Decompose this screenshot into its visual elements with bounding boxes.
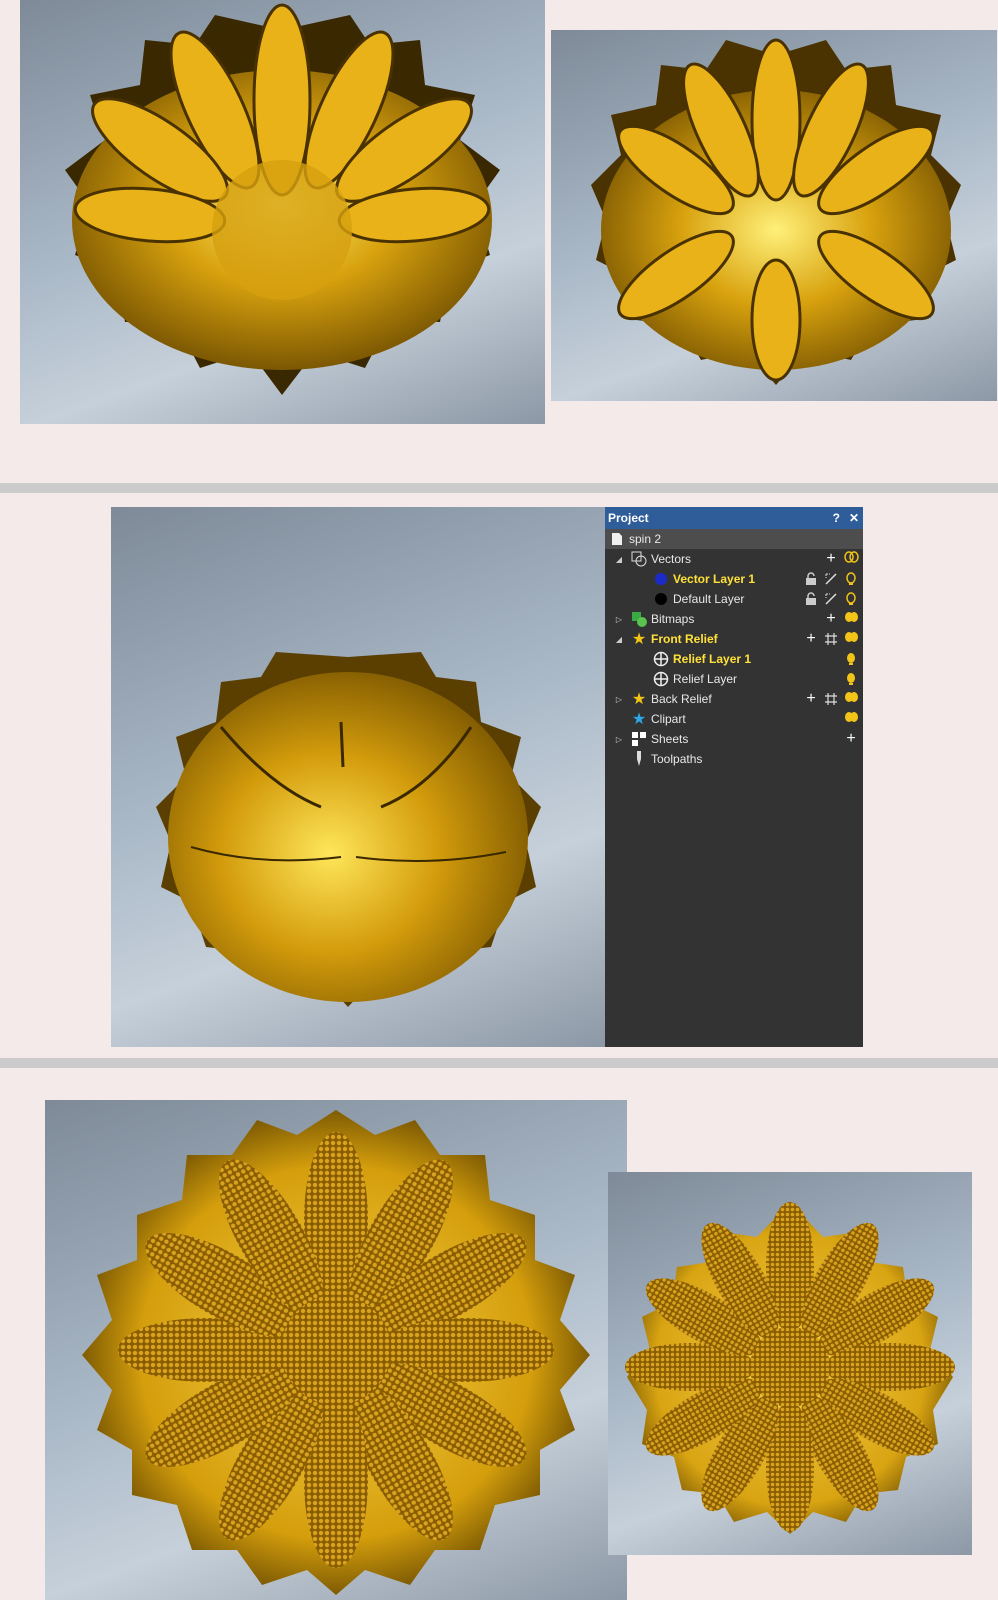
petal-bowl-render [65,3,500,395]
bulb-filled-icon[interactable] [843,651,859,667]
tree-item-relief-layer-1[interactable]: Relief Layer 1 [605,649,863,669]
layer-color-blue-icon [653,571,669,587]
textured-flower-render [82,1110,590,1595]
lock-icon[interactable] [803,591,819,607]
front-relief-actions: + [803,631,859,647]
add-icon[interactable]: + [843,731,859,747]
expand-arrow-icon[interactable]: ▷ [615,615,623,624]
tree-label-relief-layer: Relief Layer [673,672,738,686]
render-viewport-top-left[interactable] [20,0,545,424]
grid-icon[interactable] [823,631,839,647]
vectors-actions: + [823,551,859,567]
collapse-arrow-icon[interactable]: ◢ [615,635,623,644]
snap-icon[interactable] [823,591,839,607]
bitmaps-actions: + [823,611,859,627]
tree-item-default-layer[interactable]: Default Layer [605,589,863,609]
tree-label-toolpaths: Toolpaths [651,752,703,766]
clipart-actions [843,711,859,727]
tree-label-relief-layer-1: Relief Layer 1 [673,652,752,666]
bulb-pair-filled-icon[interactable] [843,691,859,707]
add-icon[interactable]: + [803,631,819,647]
panel-title: Project [608,511,649,525]
collapse-arrow-icon[interactable]: ◢ [615,555,623,564]
tree-item-vectors[interactable]: ◢ Vectors + [605,549,863,569]
relief-layer-1-actions [843,651,859,667]
tree-item-front-relief[interactable]: ◢ ★ Front Relief + [605,629,863,649]
clipart-star-icon: ★ [631,711,647,728]
separator-band-top [0,483,998,493]
relief-layer-icon [653,671,669,687]
tree-label-front-relief: Front Relief [651,632,718,646]
add-icon[interactable]: + [823,551,839,567]
petal-bowl-render-alt [591,38,961,385]
document-icon [609,531,625,547]
add-icon[interactable]: + [803,691,819,707]
render-viewport-bottom-right[interactable] [608,1172,972,1555]
snap-icon[interactable] [823,571,839,587]
bulb-outline-icon[interactable] [843,571,859,587]
tree-label-clipart: Clipart [651,712,686,726]
tree-item-bitmaps[interactable]: ▷ Bitmaps + [605,609,863,629]
textured-flower-render-alt [625,1202,955,1534]
default-layer-actions [803,591,859,607]
bulb-pair-icon[interactable] [843,551,859,567]
smooth-bowl-render [156,652,541,1007]
tree-label-vectors: Vectors [651,552,692,566]
tree-item-clipart[interactable]: ★ Clipart [605,709,863,729]
layer-color-black-icon [653,591,669,607]
bulb-pair-filled-icon[interactable] [843,631,859,647]
vectors-icon [631,551,647,567]
project-panel-header: Project ? ✕ [605,507,863,529]
tree-item-vector-layer-1[interactable]: Vector Layer 1 [605,569,863,589]
relief-layer-icon [653,651,669,667]
toolpaths-icon [631,751,647,767]
expand-arrow-icon[interactable]: ▷ [615,695,623,704]
star-icon: ★ [631,691,647,708]
sheets-actions: + [843,731,859,747]
bulb-outline-icon[interactable] [843,591,859,607]
tree-item-toolpaths[interactable]: Toolpaths [605,749,863,769]
relief-layer-actions [843,671,859,687]
tree-item-relief-layer[interactable]: Relief Layer [605,669,863,689]
tree-label-bitmaps: Bitmaps [651,612,695,626]
render-viewport-bottom-left[interactable] [45,1100,627,1600]
tree-label-sheets: Sheets [651,732,689,746]
back-relief-actions: + [803,691,859,707]
tree-item-root[interactable]: spin 2 [605,529,863,549]
tree-item-back-relief[interactable]: ▷ ★ Back Relief + [605,689,863,709]
project-tree: spin 2 ◢ Vectors + Vector Layer 1 Defaul… [605,529,863,769]
vector-layer-1-actions [803,571,859,587]
bulb-pair-filled-icon[interactable] [843,611,859,627]
project-panel: Project ? ✕ spin 2 ◢ Vectors + Vector La… [605,507,863,1047]
tree-item-sheets[interactable]: ▷ Sheets + [605,729,863,749]
grid-icon[interactable] [823,691,839,707]
separator-band-bottom [0,1058,998,1068]
star-icon: ★ [631,631,647,648]
tree-label-back-relief: Back Relief [651,692,712,706]
bulb-pair-filled-icon[interactable] [843,711,859,727]
render-viewport-top-right[interactable] [551,30,997,401]
tree-label-default-layer: Default Layer [673,592,745,606]
tree-label-vector-layer-1: Vector Layer 1 [673,572,756,586]
bitmaps-icon [631,611,647,627]
render-viewport-middle[interactable] [111,507,605,1047]
bulb-filled-icon[interactable] [843,671,859,687]
close-icon[interactable]: ✕ [849,511,859,525]
lock-icon[interactable] [803,571,819,587]
sheets-icon [631,731,647,747]
expand-arrow-icon[interactable]: ▷ [615,735,623,744]
help-icon[interactable]: ? [833,511,840,525]
tree-label-root: spin 2 [629,532,662,546]
add-icon[interactable]: + [823,611,839,627]
